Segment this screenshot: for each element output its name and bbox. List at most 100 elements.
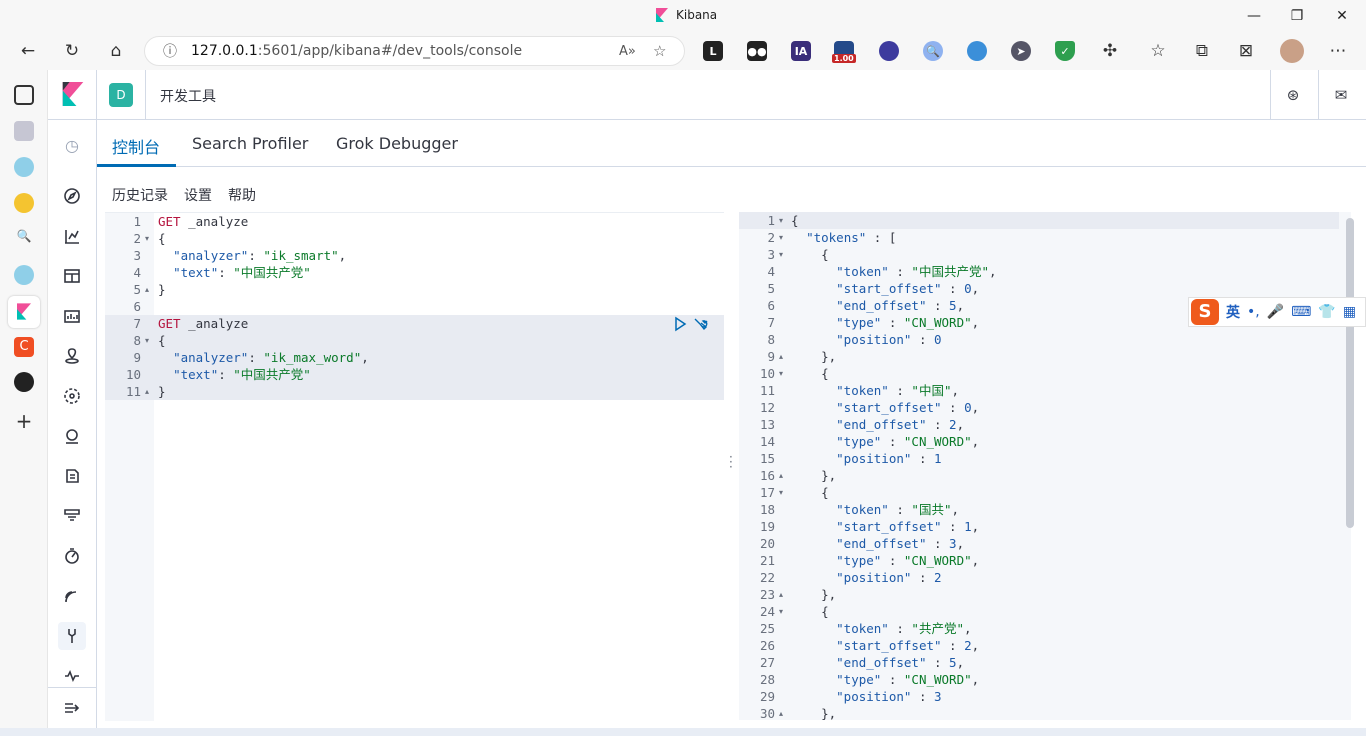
output-scrollbar[interactable]: [1346, 218, 1354, 528]
ext-mask-icon[interactable]: ●●: [747, 41, 767, 61]
settings-link[interactable]: 设置: [184, 185, 212, 205]
favorites-icon[interactable]: ☆: [1146, 39, 1170, 63]
resize-handle-icon[interactable]: · · ·: [729, 451, 733, 473]
fold-toggle-icon[interactable]: ▴: [779, 705, 783, 722]
response-line: 8 "position" : 0: [739, 331, 1351, 348]
ext-circle-icon[interactable]: [879, 41, 899, 61]
line-number: 29: [759, 689, 775, 704]
fold-toggle-icon[interactable]: ▾: [779, 365, 783, 382]
apm-icon[interactable]: [62, 506, 82, 526]
ext-leetcode-icon[interactable]: L: [703, 41, 723, 61]
fold-toggle-icon[interactable]: ▴: [145, 281, 149, 298]
code-text: GET _analyze: [158, 214, 249, 229]
dashboard-icon[interactable]: [62, 266, 82, 286]
sidebar-tab-1-icon[interactable]: [14, 121, 34, 141]
ime-punct-icon[interactable]: •,: [1247, 304, 1260, 320]
new-tab-icon[interactable]: +: [14, 411, 34, 432]
line-number: 23: [759, 587, 775, 602]
sidebar-tab-2-icon[interactable]: [14, 157, 34, 177]
search-tab-icon[interactable]: 🔍: [14, 229, 34, 249]
fold-toggle-icon[interactable]: ▴: [779, 348, 783, 365]
line-number: 1: [133, 214, 141, 229]
github-tab-icon[interactable]: [14, 372, 34, 392]
fold-toggle-icon[interactable]: ▾: [145, 332, 149, 349]
ime-skin-icon[interactable]: 👕: [1318, 304, 1335, 320]
fold-toggle-icon[interactable]: ▴: [145, 383, 149, 400]
csdn-tab-icon[interactable]: C: [14, 337, 34, 357]
profile-avatar[interactable]: [1280, 39, 1304, 63]
ext-cursor-icon[interactable]: ➤: [1011, 41, 1031, 61]
elastic-tab-icon[interactable]: [14, 193, 34, 213]
ext-search-icon[interactable]: 🔍: [923, 41, 943, 61]
extensions-icon[interactable]: ✣: [1098, 39, 1122, 63]
kibana-logo-icon[interactable]: [62, 82, 84, 106]
refresh-icon[interactable]: ↻: [60, 39, 84, 63]
ime-grid-icon[interactable]: ▦: [1343, 304, 1356, 320]
infrastructure-icon[interactable]: [62, 426, 82, 446]
line-number: 10: [125, 367, 141, 382]
window-titlebar: Kibana — ❐ ✕: [0, 0, 1366, 32]
fold-toggle-icon[interactable]: ▾: [779, 246, 783, 263]
siem-icon[interactable]: [62, 586, 82, 606]
request-editor[interactable]: 1 GET _analyze 2 ▾ {3 "analyzer": "ik_smart"…: [105, 212, 724, 721]
collections-icon[interactable]: ⧉: [1190, 39, 1214, 63]
tab-search-profiler[interactable]: Search Profiler: [192, 134, 308, 153]
recent-icon[interactable]: ◷: [62, 135, 82, 155]
discover-icon[interactable]: [62, 186, 82, 206]
more-menu-icon[interactable]: ⋯: [1326, 39, 1350, 63]
fold-toggle-icon[interactable]: ▴: [779, 467, 783, 484]
ime-mic-icon[interactable]: 🎤: [1267, 304, 1284, 320]
tab-console[interactable]: 控制台: [112, 134, 160, 158]
logs-icon[interactable]: [62, 466, 82, 486]
fold-toggle-icon[interactable]: ▾: [145, 230, 149, 247]
line-number: 28: [759, 672, 775, 687]
app-root: { "browser":{ "tab_title":"Kibana", "url…: [0, 0, 1366, 736]
ext-speed-icon[interactable]: 1.00: [832, 41, 856, 63]
line-number: 12: [759, 400, 775, 415]
fold-toggle-icon[interactable]: ▾: [779, 603, 783, 620]
fold-toggle-icon[interactable]: ▾: [779, 212, 783, 229]
maximize-button[interactable]: ❐: [1287, 6, 1307, 26]
ime-keyboard-icon[interactable]: ⌨: [1291, 304, 1311, 320]
help-icon[interactable]: ⊛: [1283, 85, 1303, 105]
kibana-tab-icon[interactable]: [8, 296, 40, 328]
address-bar[interactable]: ⓘ 127.0.0.1:5601/app/kibana#/dev_tools/c…: [144, 36, 685, 66]
ml-icon[interactable]: [62, 386, 82, 406]
ext-globe-icon[interactable]: [967, 41, 987, 61]
site-info-icon[interactable]: ⓘ: [163, 41, 177, 61]
send-request-icon[interactable]: [672, 316, 688, 332]
back-icon[interactable]: ←: [16, 39, 40, 63]
ext-shield-icon[interactable]: ✓: [1055, 41, 1075, 61]
favorite-icon[interactable]: ☆: [653, 42, 666, 60]
page-title: 开发工具: [160, 89, 216, 105]
fold-toggle-icon[interactable]: ▾: [779, 229, 783, 246]
wrench-icon[interactable]: [692, 316, 708, 332]
maps-icon[interactable]: [62, 346, 82, 366]
ime-toolbar[interactable]: S 英 •, 🎤 ⌨ 👕 ▦: [1188, 297, 1366, 327]
space-avatar[interactable]: D: [109, 83, 133, 107]
dev-tools-icon[interactable]: [58, 622, 86, 650]
monitoring-icon[interactable]: [62, 666, 82, 686]
line-number: 24: [759, 604, 775, 619]
tab-grok-debugger[interactable]: Grok Debugger: [336, 134, 458, 153]
response-line: 15 "position" : 1: [739, 450, 1351, 467]
mail-icon[interactable]: ✉: [1331, 85, 1351, 105]
collapse-nav-icon[interactable]: [62, 698, 82, 718]
uptime-icon[interactable]: [62, 546, 82, 566]
minimize-button[interactable]: —: [1244, 6, 1264, 26]
read-aloud-icon[interactable]: A»: [619, 44, 636, 59]
fold-toggle-icon[interactable]: ▴: [779, 586, 783, 603]
ime-lang[interactable]: 英: [1226, 302, 1240, 322]
home-icon[interactable]: ⌂: [104, 39, 128, 63]
fold-toggle-icon[interactable]: ▾: [779, 484, 783, 501]
visualize-icon[interactable]: [62, 226, 82, 246]
canvas-icon[interactable]: [62, 306, 82, 326]
ext-ia-icon[interactable]: IA: [791, 41, 811, 61]
close-window-button[interactable]: ✕: [1332, 6, 1352, 26]
tab-actions-icon[interactable]: [14, 85, 34, 105]
history-link[interactable]: 历史记录: [112, 185, 168, 205]
math-solver-icon[interactable]: ⊠: [1234, 39, 1258, 63]
response-output[interactable]: 1 ▾ {2 ▾ "tokens" : [3 ▾ {4 "token" : "中国共产党…: [739, 212, 1351, 722]
sidebar-tab-3-icon[interactable]: [14, 265, 34, 285]
help-link[interactable]: 帮助: [228, 185, 256, 205]
